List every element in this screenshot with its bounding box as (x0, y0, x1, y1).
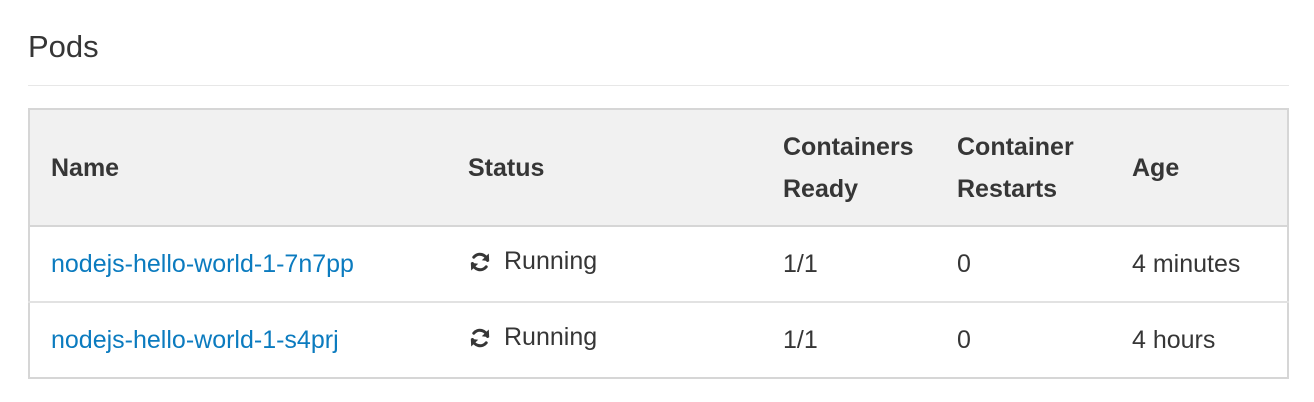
column-header-containers-ready-line2: Ready (783, 174, 859, 203)
pod-status-cell: Running (447, 301, 762, 378)
pod-age-cell: 4 minutes (1132, 249, 1241, 278)
sync-icon (468, 250, 492, 274)
pod-status: Running (468, 323, 597, 352)
column-header-container-restarts-line2: Restarts (957, 174, 1058, 203)
table-row: nodejs-hello-world-1-s4prj Running 1/1 0… (29, 301, 1288, 378)
column-header-age[interactable]: Age (1111, 109, 1288, 227)
sync-icon (468, 326, 492, 350)
containers-ready-cell: 1/1 (783, 249, 818, 278)
column-header-status[interactable]: Status (447, 109, 762, 227)
pod-status-cell: Running (447, 226, 762, 302)
container-restarts-cell: 0 (936, 301, 1111, 378)
column-header-container-restarts[interactable]: Container Restarts (936, 109, 1111, 227)
pod-name-link[interactable]: nodejs-hello-world-1-s4prj (51, 326, 339, 354)
container-restarts-cell: 0 (957, 249, 971, 278)
pod-name-cell: nodejs-hello-world-1-7n7pp (29, 226, 447, 302)
pod-status-text: Running (504, 247, 598, 276)
pod-status: Running (468, 247, 597, 276)
pod-age-cell: 4 hours (1111, 301, 1288, 378)
column-header-containers-ready[interactable]: Containers Ready (762, 109, 936, 227)
table-header-row: Name Status Containers Ready Container R… (29, 109, 1288, 227)
pod-status-text: Running (504, 323, 598, 352)
pod-name-link[interactable]: nodejs-hello-world-1-7n7pp (51, 250, 354, 278)
table-row: nodejs-hello-world-1-7n7pp Running 1/1 0… (29, 226, 1288, 302)
column-header-container-restarts-line1: Container (957, 132, 1074, 161)
pod-name-cell: nodejs-hello-world-1-s4prj (29, 301, 447, 378)
section-title: Pods (28, 29, 99, 64)
pods-table: Name Status Containers Ready Container R… (28, 108, 1289, 379)
title-divider (28, 85, 1289, 86)
column-header-name[interactable]: Name (29, 109, 447, 227)
column-header-containers-ready-line1: Containers (783, 132, 914, 161)
containers-ready-cell: 1/1 (762, 301, 936, 378)
